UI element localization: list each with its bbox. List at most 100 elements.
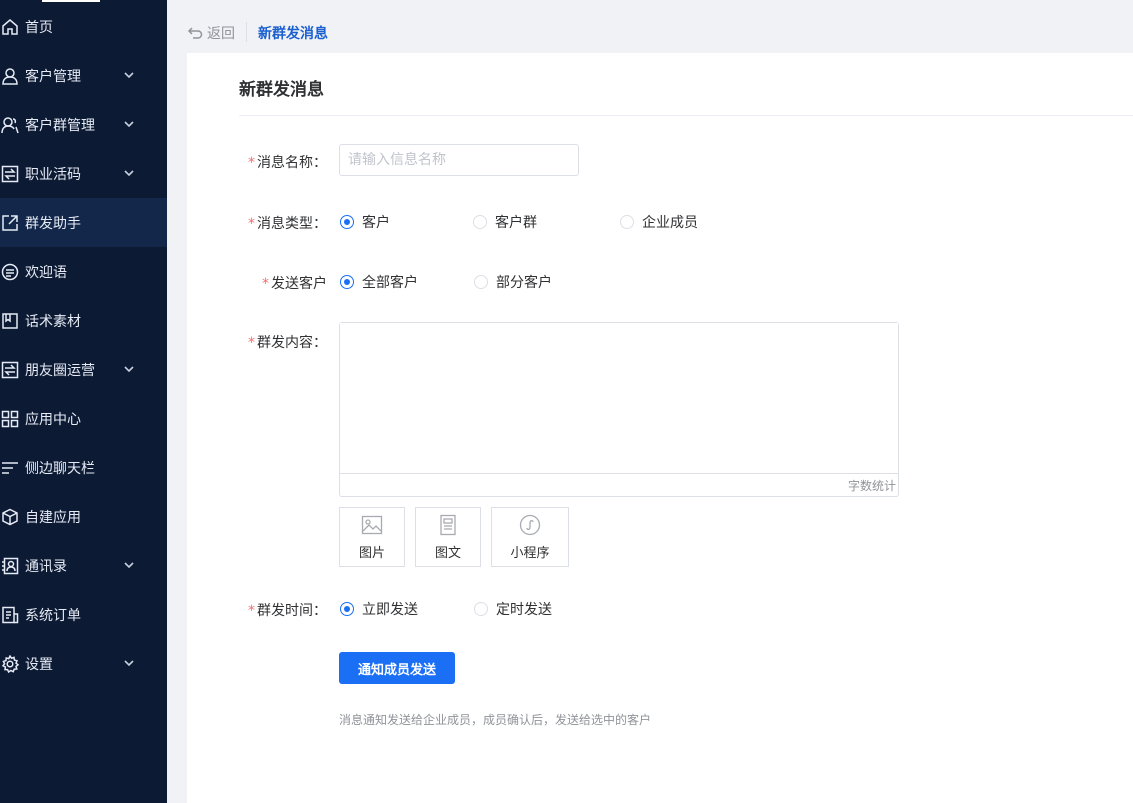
content-textarea[interactable] xyxy=(340,323,898,473)
users-icon xyxy=(1,116,19,134)
sidebar-item-moments[interactable]: 朋友圈运营 xyxy=(0,345,167,394)
sidebar-item-label: 通讯录 xyxy=(25,558,67,575)
home-icon xyxy=(1,18,19,36)
attach-image-button[interactable]: 图片 xyxy=(339,507,405,567)
send-time-label: * 群发时间： xyxy=(237,600,327,620)
sidebar-item-label: 朋友圈运营 xyxy=(25,362,95,379)
message-name-label: * 消息名称： xyxy=(237,152,327,172)
miniprogram-icon xyxy=(519,514,541,536)
article-icon xyxy=(437,514,459,536)
sidebar-item-customer-groups[interactable]: 客户群管理 xyxy=(0,100,167,149)
attach-image-label: 图片 xyxy=(358,546,385,561)
chevron-down-icon xyxy=(123,363,135,375)
required-star: * xyxy=(248,216,255,232)
radio-label: 客户 xyxy=(362,215,390,231)
sidebar-item-label: 欢迎语 xyxy=(25,264,67,281)
radio-dot xyxy=(474,602,488,616)
sidebar: 首页 客户管理 客户群管理 职业活码 群发助手 欢迎语 话术素材 朋友圈运营 应… xyxy=(0,0,167,803)
sidebar-item-label: 客户群管理 xyxy=(25,117,95,134)
sidebar-item-contacts[interactable]: 通讯录 xyxy=(0,541,167,590)
radio-label: 全部客户 xyxy=(362,275,418,291)
sidebar-item-label: 群发助手 xyxy=(25,215,81,232)
image-icon xyxy=(361,514,383,536)
sidebar-item-settings[interactable]: 设置 xyxy=(0,639,167,688)
content-footer: 字数统计 xyxy=(340,473,898,496)
share-icon xyxy=(1,214,19,232)
back-button[interactable]: 返回 xyxy=(187,23,235,43)
message-icon xyxy=(1,263,19,281)
card-title: 新群发消息 xyxy=(239,80,324,100)
sidebar-item-welcome[interactable]: 欢迎语 xyxy=(0,247,167,296)
chevron-down-icon xyxy=(123,559,135,571)
radio-label: 客户群 xyxy=(495,215,537,231)
gear-icon xyxy=(1,654,19,673)
content-label: * 群发内容： xyxy=(237,332,327,352)
sidebar-item-home[interactable]: 首页 xyxy=(0,2,167,51)
exchange-icon xyxy=(1,165,19,183)
breadcrumb: 返回 新群发消息 xyxy=(167,14,1133,52)
message-name-input[interactable] xyxy=(339,144,579,176)
back-label: 返回 xyxy=(207,26,235,42)
form-card: 新群发消息 *消息名称： *消息类型： 客户 客户群 企业成员 *发送客户 xyxy=(187,53,1133,803)
exchange-icon xyxy=(1,361,19,379)
sidebar-item-side-chat[interactable]: 侧边聊天栏 xyxy=(0,443,167,492)
sidebar-item-scripts[interactable]: 话术素材 xyxy=(0,296,167,345)
notify-members-send-button[interactable]: 通知成员发送 xyxy=(339,652,455,684)
menu-icon xyxy=(1,459,19,477)
back-arrow-icon xyxy=(187,25,203,41)
attach-article-button[interactable]: 图文 xyxy=(415,507,481,567)
main-content: 返回 新群发消息 新群发消息 *消息名称： *消息类型： 客户 客户群 企业成员 xyxy=(167,0,1133,803)
required-star: * xyxy=(248,335,255,351)
sidebar-item-app-center[interactable]: 应用中心 xyxy=(0,394,167,443)
contacts-icon xyxy=(1,557,19,575)
word-count: 字数统计 xyxy=(847,479,896,493)
attach-miniprogram-button[interactable]: 小程序 xyxy=(491,507,569,567)
breadcrumb-divider xyxy=(246,22,247,42)
sidebar-item-label: 职业活码 xyxy=(25,166,81,183)
card-divider xyxy=(239,115,1133,116)
attach-article-label: 图文 xyxy=(434,546,461,561)
sidebar-item-mass-send[interactable]: 群发助手 xyxy=(0,198,167,247)
sidebar-item-customers[interactable]: 客户管理 xyxy=(0,51,167,100)
chevron-down-icon xyxy=(123,118,135,130)
sidebar-item-label: 首页 xyxy=(25,19,53,36)
box-icon xyxy=(1,508,19,526)
send-target-label: * 发送客户 xyxy=(237,273,327,293)
message-type-label-text: 消息类型： xyxy=(257,216,327,232)
radio-dot xyxy=(340,215,354,229)
time-radio-now[interactable]: 立即发送 xyxy=(340,599,418,619)
radio-dot xyxy=(340,275,354,289)
sidebar-item-label: 系统订单 xyxy=(25,607,81,624)
sidebar-item-custom-apps[interactable]: 自建应用 xyxy=(0,492,167,541)
book-icon xyxy=(1,312,19,330)
chevron-down-icon xyxy=(123,167,135,179)
sidebar-item-live-code[interactable]: 职业活码 xyxy=(0,149,167,198)
target-radio-all[interactable]: 全部客户 xyxy=(340,272,418,292)
radio-dot xyxy=(473,215,487,229)
grid-icon xyxy=(1,410,19,428)
order-icon xyxy=(1,606,19,624)
type-radio-customer-group[interactable]: 客户群 xyxy=(473,212,537,232)
target-radio-partial[interactable]: 部分客户 xyxy=(474,272,552,292)
required-star: * xyxy=(262,276,269,292)
message-name-label-text: 消息名称： xyxy=(257,155,327,171)
sidebar-item-label: 侧边聊天栏 xyxy=(25,460,95,477)
radio-dot xyxy=(474,275,488,289)
user-icon xyxy=(1,67,19,85)
sidebar-item-orders[interactable]: 系统订单 xyxy=(0,590,167,639)
radio-dot xyxy=(340,602,354,616)
type-radio-customer[interactable]: 客户 xyxy=(340,212,390,232)
radio-label: 立即发送 xyxy=(362,602,418,618)
sidebar-item-label: 话术素材 xyxy=(25,313,81,330)
send-hint: 消息通知发送给企业成员，成员确认后，发送给选中的客户 xyxy=(339,713,652,727)
required-star: * xyxy=(248,603,255,619)
type-radio-member[interactable]: 企业成员 xyxy=(620,212,698,232)
message-type-label: * 消息类型： xyxy=(237,213,327,233)
send-time-label-text: 群发时间： xyxy=(257,603,327,619)
sidebar-item-label: 应用中心 xyxy=(25,411,81,428)
chevron-down-icon xyxy=(123,657,135,669)
chevron-down-icon xyxy=(123,69,135,81)
radio-label: 部分客户 xyxy=(496,275,552,291)
time-radio-scheduled[interactable]: 定时发送 xyxy=(474,599,552,619)
content-label-text: 群发内容： xyxy=(257,335,327,351)
